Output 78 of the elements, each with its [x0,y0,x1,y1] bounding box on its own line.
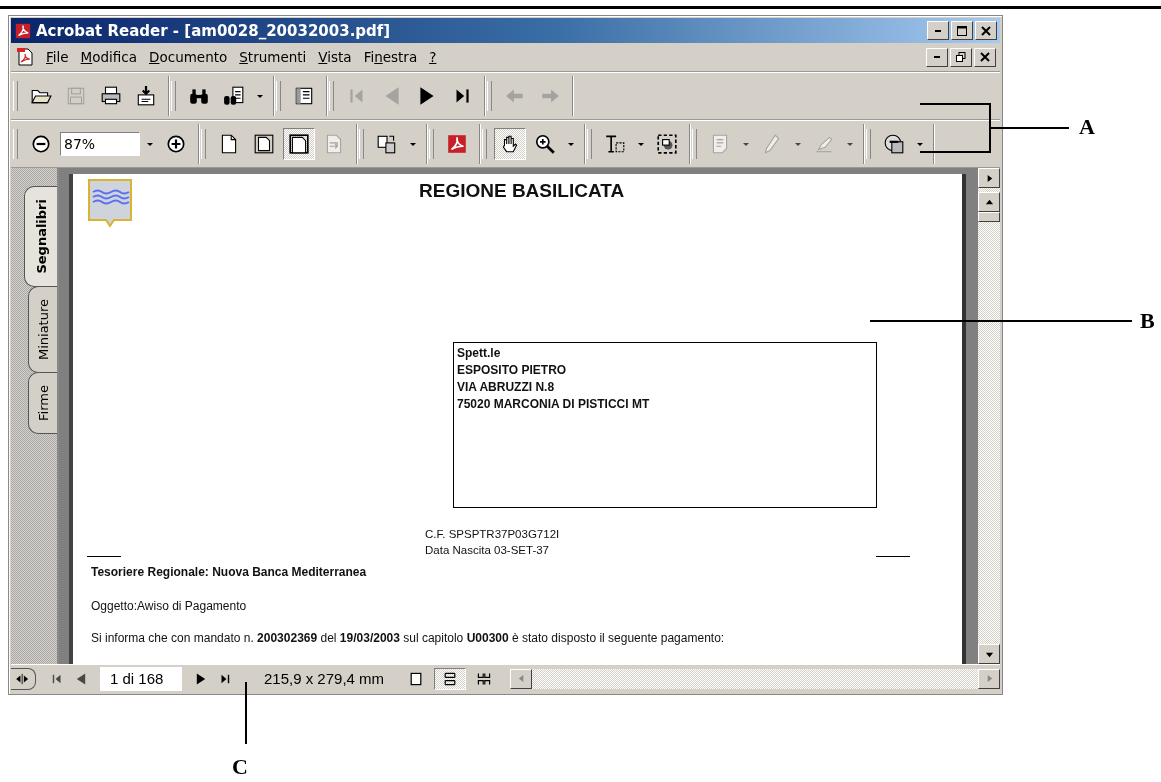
address-line: 75020 MARCONIA DI PISTICCI MT [457,396,650,413]
scroll-down-button[interactable] [978,644,1000,664]
address-line: Spett.le [457,345,501,362]
minimize-button[interactable] [927,21,949,40]
inbox-tray-icon [135,85,157,107]
caret-icon [146,140,154,148]
hand-button[interactable] [494,128,526,160]
text-select-icon [604,133,626,155]
side-tab[interactable]: Miniature [28,285,57,373]
document-heading: REGIONE BASILICATA [419,180,625,202]
menu-item[interactable]: ? [424,47,442,67]
menu-item[interactable]: File [41,47,74,67]
zoom-in-icon [165,133,187,155]
minimize-icon [935,29,941,32]
scroll-up-button[interactable] [978,192,1000,212]
page-size: 215,9 x 279,4 mm [264,670,385,687]
menu-item[interactable]: Modifica [75,47,143,67]
caret-icon [916,140,924,148]
restore-icon [956,52,966,62]
page-number-field[interactable]: 1 di 168 [100,666,182,691]
rotate-pages-icon [376,133,398,155]
close-icon [980,52,990,62]
body-text: Si informa che con mandato n. 200302369 del 19/03/2003 sul capitolo U00300 è stato disposto il seguente pagamento: [91,631,725,645]
pane-toggle-button[interactable] [11,667,36,690]
acrobat-logo-icon [446,133,468,155]
zoom-field[interactable]: 87% [60,132,140,156]
up-arrow-icon [984,197,994,207]
minimize-icon [934,56,940,58]
globe-icon [883,133,905,155]
caret-icon [637,140,645,148]
fit-width-icon [288,133,310,155]
snapshot-icon [656,133,678,155]
scroll-thumb[interactable] [978,212,1000,222]
scroll-right-button[interactable] [978,168,1000,188]
fit-width-button[interactable] [283,128,315,160]
menu-item[interactable]: Documento [144,47,233,67]
fit-page-icon [253,133,275,155]
subject-line: Oggetto:Awiso di Pagamento [91,599,247,613]
caret-icon [742,140,750,148]
detail-line: C.F. SPSPTR37P03G712I [425,527,560,542]
menu-item[interactable]: Vista [313,47,357,67]
address-line: ESPOSITO PIETRO [457,362,567,379]
treasurer-line: Tesoriere Regionale: Nuova Banca Mediterranea [91,565,367,579]
caret-icon [794,140,802,148]
facing-pages-icon [476,670,493,687]
restore-button[interactable] [950,47,972,67]
maximize-button[interactable] [951,21,973,40]
left-arrow-icon [516,674,526,683]
menu-item[interactable]: Strumenti [234,47,312,67]
caret-icon [846,140,854,148]
callout-label: B [1140,308,1155,334]
side-tab[interactable]: Segnalibri [24,186,57,287]
document-icon [15,47,35,67]
window-title: Acrobat Reader - [am0028_20032003.pdf] [36,21,391,40]
scroll-left-button[interactable] [510,668,533,689]
acrobat-logo-icon [14,21,32,40]
maximize-icon [957,25,967,36]
close-button[interactable] [974,47,996,67]
callout-label: C [232,754,248,780]
caret-icon [567,140,575,148]
address-line: VIA ABRUZZI N.8 [457,379,555,396]
close-button[interactable] [975,21,997,40]
zoom-out-icon [30,133,52,155]
callout-label: A [1079,114,1095,140]
side-tab[interactable]: Firme [28,371,57,434]
caret-icon [256,92,264,100]
scroll-right-button[interactable] [978,668,1000,689]
zoom-icon [534,133,556,155]
document-search-icon [223,85,245,107]
continuous-pages-button[interactable] [434,667,467,690]
navigation-pane-icon [293,85,315,107]
menu-item[interactable]: Finestra [358,47,423,67]
minimize-button[interactable] [926,47,948,67]
detail-line: Data Nascita 03-SET-37 [425,543,549,558]
caret-icon [409,140,417,148]
printer-icon [100,85,122,107]
close-icon [981,25,991,36]
leader-line [244,682,248,744]
